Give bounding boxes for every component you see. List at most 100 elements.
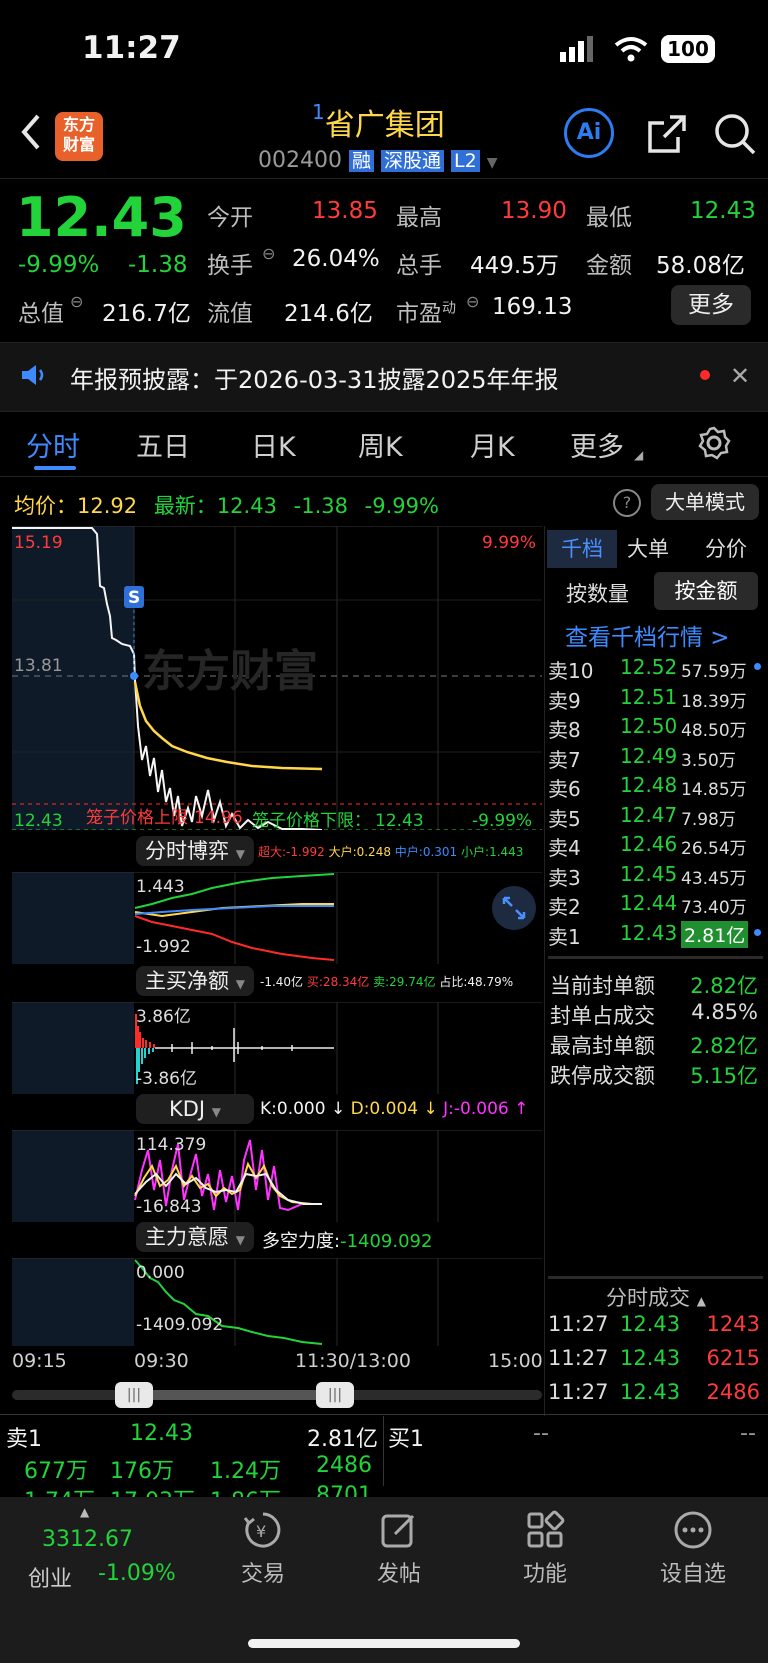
watermark: 东方财富: [142, 646, 318, 697]
slider-handle-right[interactable]: |||: [316, 1382, 354, 1408]
indicator2-chart[interactable]: 3.86亿 -3.86亿: [12, 1002, 542, 1094]
help-icon[interactable]: ?: [613, 489, 641, 517]
ask-price: 12.48: [620, 773, 678, 797]
stock-code-row: 002400 融 深股通 L2 ▼: [258, 146, 497, 173]
tab-more[interactable]: 更多: [570, 425, 624, 464]
indicator4-select[interactable]: 主力意愿 ▼: [136, 1222, 254, 1252]
ind3-name: KDJ: [168, 1097, 206, 1121]
logo-text-1: 东方: [62, 115, 95, 134]
change-pct: -9.99%: [18, 252, 100, 278]
indicator1-chart[interactable]: 1.443 -1.992: [12, 872, 542, 964]
stock-title[interactable]: 1省广集团: [312, 100, 445, 144]
ask-dot: [754, 928, 761, 936]
ask-price: 12.44: [620, 891, 678, 915]
ask-row[interactable]: 卖6 12.48 14.85万: [548, 773, 766, 803]
info-circle-icon[interactable]: ⊖: [262, 244, 275, 263]
ask-row[interactable]: 卖4 12.46 26.54万: [548, 832, 766, 862]
app-logo: 东方 财富: [55, 112, 103, 161]
tab-monthly[interactable]: 月K: [470, 425, 515, 464]
ask-amount: 48.50万: [681, 721, 747, 741]
time-0915: 09:15: [12, 1350, 67, 1372]
float-value: 214.6亿: [284, 301, 373, 327]
info-circle-icon[interactable]: ⊖: [70, 292, 83, 311]
ask-row[interactable]: 卖1 12.43 2.81亿: [548, 920, 766, 951]
ask-row[interactable]: 卖8 12.50 48.50万: [548, 714, 766, 744]
index-ticker[interactable]: ▲ 3312.67 创业 -1.09%: [24, 1505, 194, 1595]
ask-label: 卖3: [548, 865, 581, 890]
trade-icon: ¥: [243, 1512, 281, 1548]
volume-value: 449.5万: [470, 253, 559, 279]
info-circle-icon[interactable]: ⊖: [466, 292, 479, 311]
close-icon[interactable]: ✕: [730, 362, 750, 390]
back-icon[interactable]: [18, 112, 44, 156]
time-1500: 15:00: [488, 1350, 543, 1372]
volume-label: 总手: [396, 253, 442, 279]
open-label: 今开: [207, 205, 253, 231]
indicator4-chart[interactable]: 0.000 -1409.092: [12, 1258, 542, 1346]
indicator2-select[interactable]: 主买净额 ▼: [136, 966, 254, 996]
ask-row[interactable]: 卖2 12.44 73.40万: [548, 891, 766, 921]
ask-row[interactable]: 卖9 12.51 18.39万: [548, 685, 766, 715]
last-chg: -1.38: [293, 494, 348, 518]
badge-l2: L2: [451, 150, 480, 172]
index-pct: -1.09%: [98, 1561, 176, 1586]
more-dots-icon: [674, 1511, 712, 1549]
ind3-d: D:0.004 ↓: [350, 1099, 438, 1119]
ask-label: 卖1: [548, 924, 581, 949]
tab-daily[interactable]: 日K: [251, 425, 296, 464]
rp-subtab-by-qty[interactable]: 按数量: [566, 578, 629, 608]
notice-text[interactable]: 年报预披露：于2026-03-31披露2025年年报: [70, 360, 559, 395]
trade-price: 12.43: [620, 1312, 681, 1336]
ask-row[interactable]: 卖3 12.45 43.45万: [548, 862, 766, 892]
rp-tab-fenjia[interactable]: 分价: [705, 530, 765, 568]
nav-post[interactable]: 发帖: [354, 1510, 444, 1588]
nav-add-watchlist[interactable]: 设自选: [648, 1510, 738, 1588]
intraday-chart[interactable]: 东方财富 S 15.19 9.99% 13.81 笼子价格上限 14.96 12.…: [12, 526, 542, 830]
ask-row[interactable]: 卖10 12.52 57.59万: [548, 655, 766, 685]
pe-label: 市盈动: [396, 294, 456, 328]
time-0930: 09:30: [134, 1350, 189, 1372]
view-qiandang-link[interactable]: 查看千档行情 >: [565, 618, 730, 652]
svg-text:¥: ¥: [256, 1522, 266, 1541]
ask-row[interactable]: 卖7 12.49 3.50万: [548, 744, 766, 774]
ask-label: 卖7: [548, 747, 581, 772]
big-order-mode-button[interactable]: 大单模式: [651, 484, 759, 520]
cage-up-label: 笼子价格上限 14.96: [86, 808, 243, 828]
more-button[interactable]: 更多: [671, 285, 751, 325]
chevron-down-icon[interactable]: ▼: [487, 155, 498, 171]
ai-button[interactable]: Ai: [564, 108, 614, 158]
status-time: 11:27: [82, 30, 181, 66]
settings-gear-icon[interactable]: [697, 426, 731, 464]
limit-stat-row: 封单占成交 4.85%: [550, 1000, 764, 1030]
ind1-xiaohu: 小户:1.443: [461, 845, 524, 859]
indicator1-select[interactable]: 分时博弈 ▼: [136, 836, 254, 866]
ind2-top: 3.86亿: [136, 1007, 191, 1027]
rp-tab-bar: 千档 大单 分价: [547, 530, 765, 568]
trades-title[interactable]: 分时成交 ▲: [606, 1282, 706, 1312]
indicator3-chart[interactable]: 114.379 -16.843: [12, 1130, 542, 1222]
ask-list: 卖10 12.52 57.59万 卖9 12.51 18.39万 卖8 12.50 48.50万…: [548, 655, 766, 950]
indicator3-select[interactable]: KDJ ▼: [136, 1094, 254, 1124]
nav-trade[interactable]: ¥ 交易: [218, 1510, 308, 1588]
rp-tab-dadan[interactable]: 大单: [627, 530, 687, 568]
share-icon[interactable]: [646, 113, 688, 159]
change-abs: -1.38: [128, 252, 188, 278]
tab-5day[interactable]: 五日: [136, 425, 190, 464]
ask-row[interactable]: 卖5 12.47 7.98万: [548, 803, 766, 833]
ask-label: 卖10: [548, 659, 594, 683]
nav-functions[interactable]: 功能: [500, 1510, 590, 1588]
amount-value: 58.08亿: [656, 253, 745, 279]
rp-tab-qiandang[interactable]: 千档: [547, 530, 617, 568]
info-bar: 均价：12.92 最新：12.43 -1.38 -9.99%: [14, 490, 439, 520]
ob-row1-c4: 2486: [316, 1453, 372, 1478]
search-icon[interactable]: [713, 112, 757, 160]
s-marker[interactable]: S: [128, 588, 140, 608]
tab-intraday[interactable]: 分时: [26, 425, 80, 464]
rp-subtab-by-amount[interactable]: 按金额: [654, 572, 758, 610]
tabs-divider: [0, 476, 768, 477]
trades-title-text: 分时成交: [606, 1286, 690, 1310]
ask-dot: [754, 663, 761, 670]
ind4-label: 多空力度:: [262, 1231, 341, 1252]
slider-handle-left[interactable]: |||: [115, 1382, 153, 1408]
tab-weekly[interactable]: 周K: [358, 425, 403, 464]
